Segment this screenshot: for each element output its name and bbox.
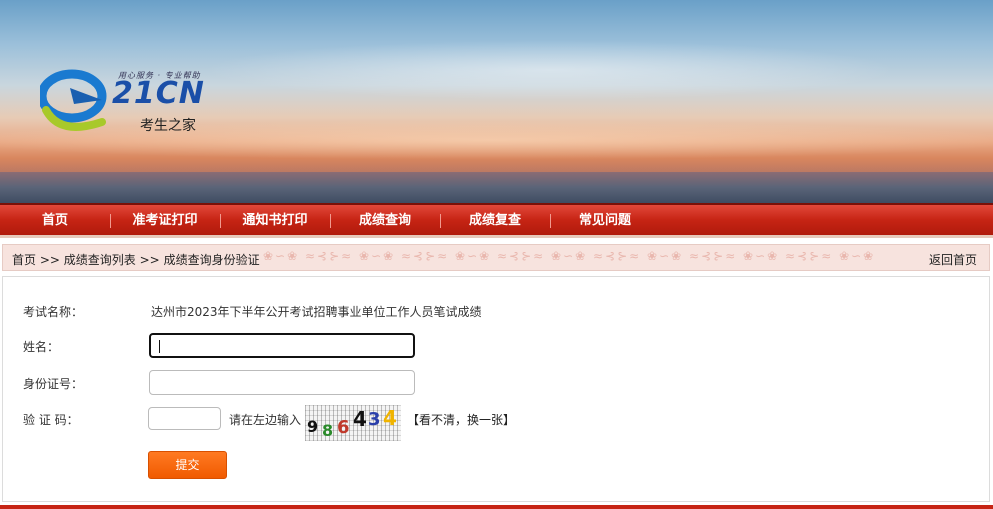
- nav-item-notice-print[interactable]: 通知书打印: [228, 205, 322, 237]
- exam-name-label: 考试名称：: [23, 305, 84, 319]
- refresh-captcha-link[interactable]: 【看不清，换一张】: [407, 411, 515, 428]
- text-caret: [159, 340, 160, 353]
- banner-cloud: [200, 40, 900, 100]
- breadcrumb: ❀∽❀ ≈⊰⊱≈ ❀∽❀ ≈⊰⊱≈ ❀∽❀ ≈⊰⊱≈ ❀∽❀ ≈⊰⊱≈ ❀∽❀ …: [2, 244, 990, 271]
- captcha-hint: 请在左边输入: [229, 413, 302, 427]
- nav-divider: [550, 214, 551, 228]
- breadcrumb-home[interactable]: 首页: [12, 253, 36, 267]
- nav-divider: [440, 214, 441, 228]
- captcha-digit: 8: [322, 421, 334, 440]
- captcha-digit: 9: [307, 417, 319, 436]
- captcha-digit: 4: [383, 406, 397, 430]
- nav-divider: [220, 214, 221, 228]
- decorative-pattern: ❀∽❀ ≈⊰⊱≈ ❀∽❀ ≈⊰⊱≈ ❀∽❀ ≈⊰⊱≈ ❀∽❀ ≈⊰⊱≈ ❀∽❀ …: [263, 249, 876, 263]
- captcha-digit: 4: [353, 407, 367, 431]
- header-banner: 用心服务 · 专业帮助 21CN 考生之家: [0, 0, 993, 203]
- main-nav: 首页 准考证打印 通知书打印 成绩查询 成绩复查 常见问题: [0, 203, 993, 238]
- id-number-input[interactable]: [149, 370, 415, 395]
- nav-item-faq[interactable]: 常见问题: [558, 205, 652, 237]
- verification-form: 考试名称： 达州市2023年下半年公开考试招聘事业单位工作人员笔试成绩 姓名： …: [2, 276, 990, 502]
- breadcrumb-current: 成绩查询身份验证: [163, 253, 260, 267]
- footer-border: [0, 505, 993, 509]
- back-home-link[interactable]: 返回首页: [929, 251, 977, 268]
- breadcrumb-separator: >>: [39, 253, 60, 267]
- nav-item-score-query[interactable]: 成绩查询: [338, 205, 432, 237]
- nav-divider: [110, 214, 111, 228]
- captcha-image[interactable]: 9 8 6 4 3 4: [305, 405, 401, 441]
- submit-button[interactable]: 提交: [148, 451, 227, 479]
- exam-name-value: 达州市2023年下半年公开考试招聘事业单位工作人员笔试成绩: [151, 305, 482, 319]
- breadcrumb-score-list[interactable]: 成绩查询列表: [64, 253, 136, 267]
- logo-subtitle: 考生之家: [140, 118, 196, 134]
- id-number-label: 身份证号：: [23, 377, 84, 391]
- name-label: 姓名：: [23, 340, 60, 354]
- nav-item-home[interactable]: 首页: [14, 205, 96, 237]
- nav-item-admission-ticket[interactable]: 准考证打印: [118, 205, 212, 237]
- captcha-digit: 6: [337, 417, 350, 438]
- name-input[interactable]: [149, 333, 415, 358]
- banner-horizon: [0, 172, 993, 203]
- nav-divider: [330, 214, 331, 228]
- captcha-label: 验 证 码：: [23, 413, 79, 427]
- breadcrumb-trail: 首页 >> 成绩查询列表 >> 成绩查询身份验证: [12, 251, 260, 268]
- logo-brand: 21CN: [112, 76, 205, 111]
- captcha-input[interactable]: [148, 407, 221, 430]
- breadcrumb-separator: >>: [139, 253, 160, 267]
- nav-item-score-review[interactable]: 成绩复查: [448, 205, 542, 237]
- captcha-digit: 3: [368, 409, 381, 430]
